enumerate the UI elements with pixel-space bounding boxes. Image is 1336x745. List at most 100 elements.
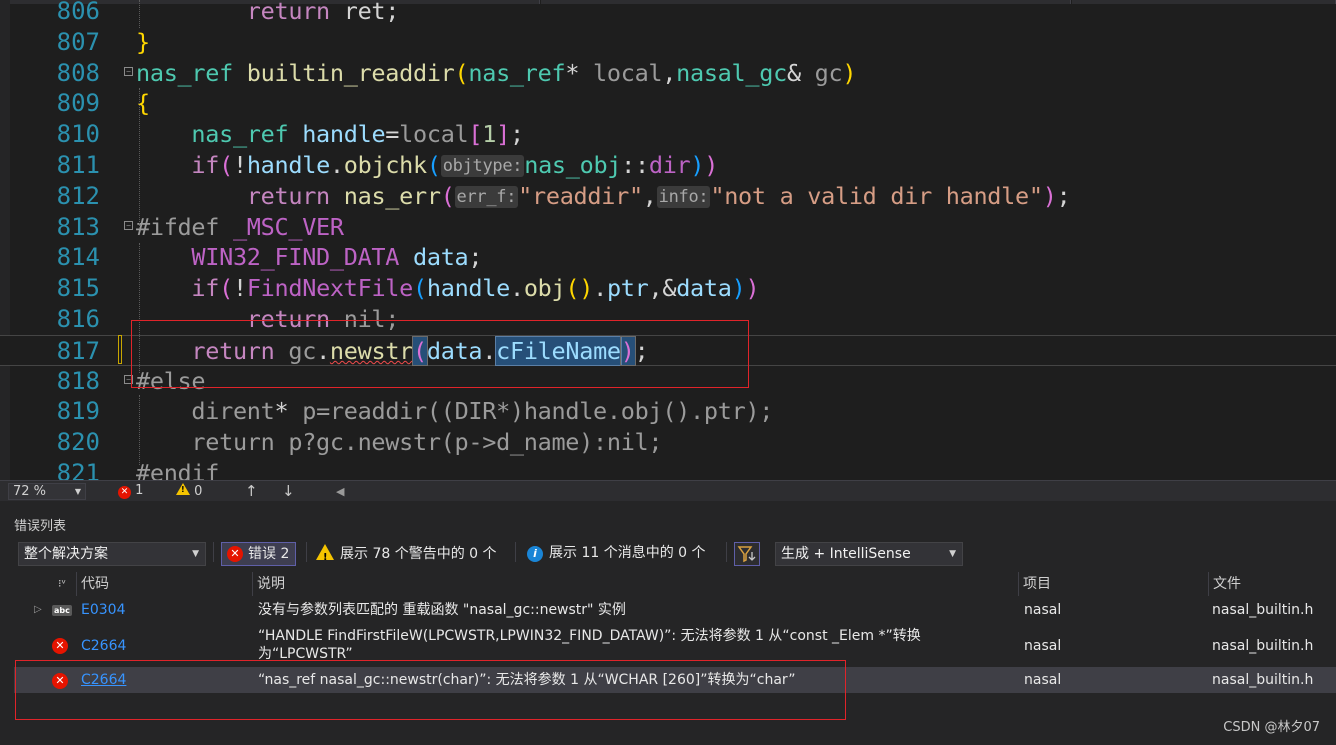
code-token: [ — [468, 120, 483, 149]
filter-toggle-button[interactable] — [734, 542, 760, 566]
column-header-file[interactable]: 文件 — [1208, 572, 1336, 596]
code-token: 1 — [482, 120, 497, 149]
error-description: 没有与参数列表匹配的 重载函数 "nasal_gc::newstr" 实例 — [258, 602, 626, 618]
code-token: , — [642, 181, 657, 210]
code-line[interactable]: 812 return nas_err(err_f:"readdir", info:… — [0, 181, 1336, 212]
code-token: ] — [496, 120, 510, 149]
panel-title: 错误列表 — [14, 519, 67, 534]
code-line[interactable]: 808 nas_ref builtin_readdir(nas_ref* loca… — [0, 58, 1336, 89]
error-icon: ✕ — [118, 486, 131, 499]
code-line[interactable]: 806 return ret; — [0, 0, 1336, 27]
line-number: 815 — [56, 274, 100, 303]
code-token: "not a valid dir handle" — [710, 181, 1043, 210]
code-text: if(!handle.objchk(objtype:nas_obj::dir)) — [136, 150, 718, 181]
fold-toggle-icon[interactable]: − — [124, 221, 133, 230]
info-icon: i — [527, 546, 543, 562]
code-token: * — [274, 397, 303, 426]
code-token: DIR — [454, 397, 497, 426]
error-file: nasal_builtin.h — [1212, 672, 1314, 688]
build-source-dropdown[interactable]: 生成 + IntelliSense ▼ — [775, 542, 963, 566]
indent-guide — [139, 395, 140, 465]
errors-filter-button[interactable]: ✕ 错误 2 — [221, 542, 297, 566]
code-token: . — [509, 274, 524, 303]
code-line[interactable]: 807} — [0, 27, 1336, 58]
divider — [726, 542, 727, 562]
code-token: ( — [454, 58, 469, 87]
error-icon: ✕ — [227, 546, 243, 562]
code-line[interactable]: 815 if(!FindNextFile(handle.obj().ptr,&d… — [0, 273, 1336, 304]
error-count-indicator[interactable]: ✕ 1 — [118, 483, 143, 499]
column-header-description[interactable]: 说明 — [252, 572, 1018, 596]
annotation-box-code — [131, 320, 749, 388]
expand-icon[interactable]: ▷ — [34, 601, 42, 619]
code-token: ( — [440, 181, 455, 210]
code-token: data — [413, 243, 469, 272]
code-token: . — [329, 151, 344, 179]
code-token: p — [302, 397, 317, 426]
warning-count-indicator[interactable]: ! 0 — [176, 483, 202, 499]
watermark: CSDN @林夕07 — [1223, 720, 1320, 735]
code-token: () — [565, 274, 594, 303]
code-line[interactable]: 811 if(!handle.objchk(objtype:nas_obj::d… — [0, 150, 1336, 181]
code-token: handle — [302, 120, 386, 149]
error-row[interactable]: ▷ abc E0304 没有与参数列表匹配的 重载函数 "nasal_gc::n… — [14, 598, 1336, 622]
code-token: () — [662, 397, 691, 426]
error-list-toolbar: 整个解决方案 ▼ ✕ 错误 2 ! 展示 78 个警告中的 0 个 i 展示 11 … — [0, 539, 1336, 567]
code-line[interactable]: 821 #endif — [0, 458, 1336, 480]
code-token: dir — [648, 151, 691, 179]
warning-icon: ! — [176, 483, 190, 495]
code-line[interactable]: 809{ — [0, 88, 1336, 119]
scope-dropdown[interactable]: 整个解决方案 ▼ — [18, 542, 206, 566]
code-line[interactable]: 813 #ifdef _MSC_VER — [0, 212, 1336, 243]
change-marker — [118, 335, 122, 364]
divider — [306, 542, 307, 562]
arrow-down-icon[interactable]: ↓ — [282, 482, 295, 500]
error-code[interactable]: C2664 — [81, 637, 126, 655]
code-token: builtin_readdir — [246, 58, 455, 87]
code-editor[interactable]: 806 return ret; 807} 808 nas_ref builtin_re… — [0, 0, 1336, 480]
line-number: 819 — [56, 397, 100, 426]
zoom-value: 72 % — [13, 484, 47, 499]
code-token: nas_err — [343, 181, 441, 210]
intellisense-error-icon: abc — [52, 605, 72, 616]
code-line[interactable]: 820 return p?gc.newstr(p->d_name):nil; — [0, 427, 1336, 458]
code-token: & — [786, 58, 815, 87]
fold-toggle-icon[interactable]: − — [124, 67, 133, 76]
code-token: ptr — [703, 397, 746, 426]
code-token: FindNextFile — [246, 274, 414, 303]
scroll-left-icon[interactable]: ◀ — [336, 483, 344, 500]
code-token: ; — [1056, 181, 1071, 210]
arrow-up-icon[interactable]: ↑ — [245, 482, 258, 500]
error-code[interactable]: E0304 — [81, 601, 125, 619]
code-token: ( — [426, 151, 441, 179]
zoom-dropdown[interactable]: 72 % ▼ — [8, 483, 86, 500]
code-token: p?gc.newstr(p->d_name):nil; — [274, 428, 663, 457]
code-line[interactable]: 814 WIN32_FIND_DATA data; — [0, 242, 1336, 273]
error-file: nasal_builtin.h — [1212, 602, 1314, 618]
column-header-project[interactable]: 项目 — [1018, 572, 1208, 596]
parameter-hint: objtype: — [440, 155, 525, 177]
code-line[interactable]: 819 dirent* p=readdir((DIR*)handle.obj()… — [0, 396, 1336, 427]
errors-filter-label: 错误 2 — [248, 546, 290, 562]
code-token: , — [662, 58, 677, 87]
divider — [213, 542, 214, 562]
warnings-filter-button[interactable]: ! 展示 78 个警告中的 0 个 — [316, 542, 497, 566]
line-number: 808 — [56, 58, 100, 87]
line-number: 816 — [56, 305, 100, 333]
warning-icon: ! — [316, 544, 334, 563]
messages-filter-button[interactable]: i 展示 11 个消息中的 0 个 — [527, 542, 706, 566]
horizontal-scrollbar[interactable]: ◀ — [330, 483, 1330, 500]
code-token: *) — [496, 397, 524, 426]
sort-icon[interactable]: ⁝ᵛ — [54, 572, 76, 596]
code-token: ; — [509, 120, 524, 149]
code-text: if(!FindNextFile(handle.obj().ptr,&data)… — [136, 273, 759, 304]
code-token: nas_ref — [468, 58, 566, 87]
code-token: return — [246, 0, 330, 25]
code-token: ret; — [329, 0, 400, 25]
column-header-code[interactable]: 代码 — [76, 572, 252, 596]
code-line[interactable]: 810 nas_ref handle=local[1]; — [0, 119, 1336, 150]
